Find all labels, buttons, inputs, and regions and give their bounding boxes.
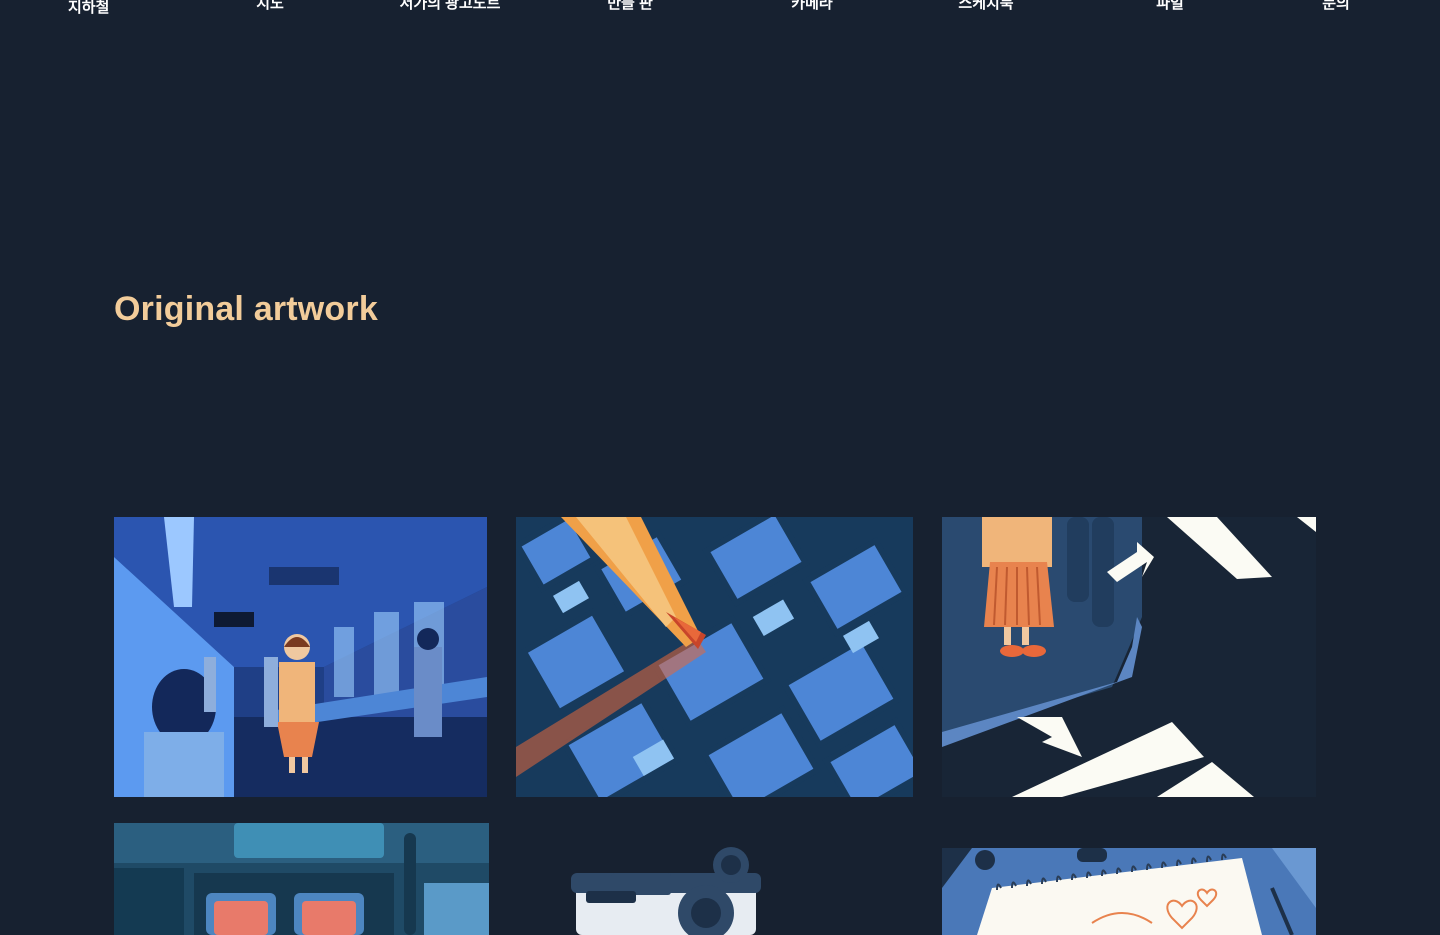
nav-item-map[interactable]: 지도 <box>256 0 284 13</box>
site-logo-link[interactable]: 지하철 <box>68 0 109 17</box>
artwork-crosswalk[interactable] <box>942 517 1316 797</box>
artwork-map-crayon[interactable] <box>516 517 913 797</box>
artwork-sketchbook[interactable] <box>942 848 1316 935</box>
artwork-subway-platform[interactable] <box>114 517 487 797</box>
top-navigation: 지하철 지도 서가의 광고노트 만들 판 카메라 스케치북 파일 문의 <box>0 0 1440 20</box>
nav-item-make[interactable]: 만들 판 <box>607 0 653 13</box>
nav-item-ad-notes[interactable]: 서가의 광고노트 <box>400 0 501 13</box>
artwork-camera[interactable] <box>516 823 913 935</box>
section-title: Original artwork <box>114 290 378 328</box>
nav-item-contact[interactable]: 문의 <box>1322 0 1350 13</box>
nav-item-camera[interactable]: 카메라 <box>791 0 832 13</box>
artwork-train-doors[interactable] <box>114 823 489 935</box>
nav-item-file[interactable]: 파일 <box>1156 0 1184 13</box>
nav-item-sketchbook[interactable]: 스케치북 <box>958 0 1013 13</box>
